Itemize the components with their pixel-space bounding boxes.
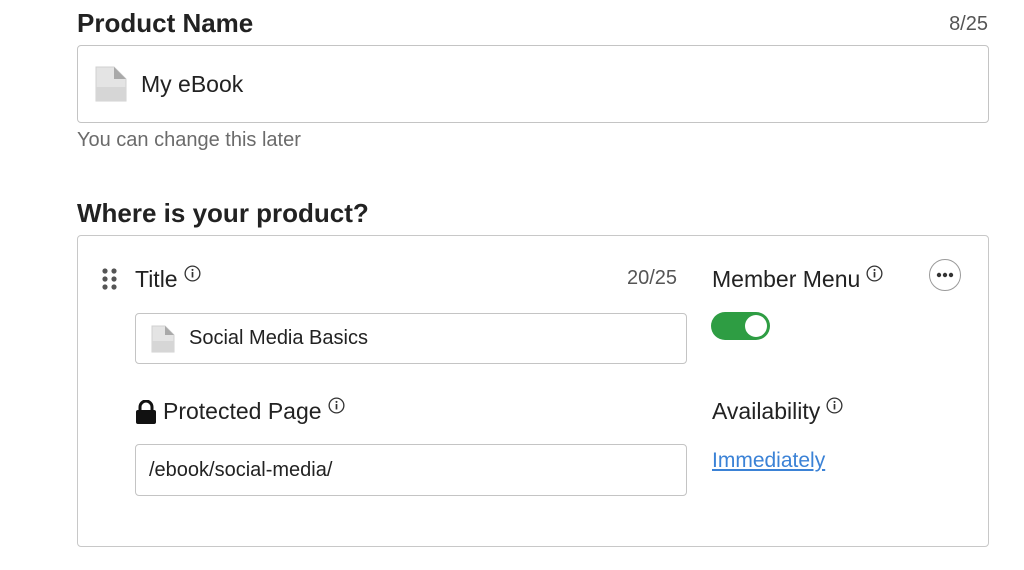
protected-page-input[interactable]: /ebook/social-media/ (135, 444, 687, 496)
title-label: Title (135, 265, 201, 293)
product-name-helper: You can change this later (77, 129, 301, 151)
member-menu-label-text: Member Menu (712, 266, 861, 292)
drag-handle-icon[interactable] (102, 268, 118, 290)
availability-label-text: Availability (712, 398, 821, 424)
member-menu-label: Member Menu (712, 265, 883, 293)
location-heading: Where is your product? (77, 198, 369, 228)
title-counter: 20/25 (627, 267, 678, 289)
protected-page-label: Protected Page (135, 397, 345, 425)
protected-page-label-text: Protected Page (163, 398, 322, 424)
product-name-counter: 8/25 (949, 13, 988, 35)
availability-label: Availability (712, 397, 843, 425)
title-value: Social Media Basics (189, 327, 368, 349)
product-name-value: My eBook (141, 70, 244, 97)
document-icon (151, 325, 175, 352)
document-icon (95, 66, 127, 102)
more-options-button[interactable] (929, 259, 961, 291)
title-input[interactable]: Social Media Basics (135, 313, 687, 364)
member-menu-toggle[interactable] (711, 312, 770, 340)
lock-icon (136, 399, 156, 424)
product-name-heading: Product Name (77, 8, 254, 38)
more-options-icon (936, 272, 954, 278)
product-form-page: Product Name 8/25 My eBook You can chang… (0, 0, 1024, 570)
product-name-input[interactable]: My eBook (77, 45, 989, 123)
info-icon[interactable] (184, 265, 201, 282)
info-icon[interactable] (866, 265, 883, 282)
protected-page-value: /ebook/social-media/ (149, 458, 333, 481)
title-label-text: Title (135, 266, 178, 292)
info-icon[interactable] (328, 397, 345, 414)
availability-link[interactable]: Immediately (712, 449, 825, 473)
info-icon[interactable] (826, 397, 843, 414)
toggle-knob (745, 315, 767, 337)
